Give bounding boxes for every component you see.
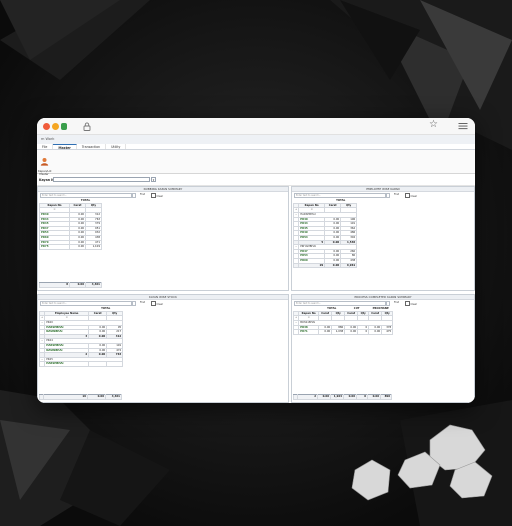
qty-cell: 1,109 bbox=[85, 244, 102, 250]
total-carat-cell: 0.00 bbox=[318, 329, 333, 335]
footer-count: 8 bbox=[39, 282, 70, 288]
minimize-window-icon[interactable] bbox=[52, 123, 59, 130]
cut-qty-cell: 0 bbox=[357, 329, 370, 335]
footer-count: 29 bbox=[298, 262, 326, 269]
footer-qty: 4,461 bbox=[85, 282, 102, 288]
footer-cut-qty: 0 bbox=[356, 394, 368, 400]
carat-cell bbox=[88, 361, 108, 367]
search-input[interactable]: Enter text to search... bbox=[294, 193, 386, 198]
panel-search-bar: Enter text to search... Find Clear bbox=[38, 192, 288, 199]
footer-qty: 6,961 bbox=[340, 262, 358, 269]
find-button[interactable]: Find bbox=[139, 193, 146, 198]
employee-wise-kapan-panel: EMPLOYEE WISE KAPAN Enter text to search… bbox=[291, 186, 475, 291]
cut-carat-cell: 0.00 bbox=[344, 329, 359, 335]
close-window-icon[interactable] bbox=[43, 123, 50, 130]
footer-qty: 4,461 bbox=[105, 394, 122, 400]
user-icon bbox=[40, 158, 48, 166]
tab-transaction[interactable]: Transaction bbox=[77, 144, 107, 149]
footer-carat: 0.00 bbox=[87, 394, 106, 400]
table-row[interactable]: PR75 0.00 1,109 bbox=[39, 244, 102, 250]
footer-carat: 0.00 bbox=[69, 282, 86, 288]
footer-count: 2 bbox=[297, 394, 318, 400]
employee-table: TOTAL Kapan No Carat Qty + ≡ − HARSHBHAI PR4… bbox=[292, 199, 358, 269]
app-title-bar: m Work bbox=[37, 135, 475, 144]
qty-cell bbox=[106, 361, 124, 367]
search-input[interactable]: Enter text to search... bbox=[294, 301, 386, 306]
app-title: m Work bbox=[41, 137, 55, 141]
kayan-dropdown-chevron-icon[interactable]: ▾ bbox=[151, 177, 156, 182]
kapan-cell: PR71 bbox=[298, 329, 320, 335]
panel-search-bar: Enter text to search... Find Clear bbox=[292, 300, 474, 307]
hamburger-menu-icon[interactable] bbox=[458, 121, 468, 131]
footer-prochane-qty: 890 bbox=[380, 394, 392, 400]
tab-master[interactable]: Master bbox=[53, 144, 77, 150]
panel-search-bar: Enter text to search... Find Clear bbox=[292, 192, 474, 199]
kayan-no-input[interactable] bbox=[53, 177, 150, 182]
clear-button[interactable]: Clear bbox=[404, 193, 418, 198]
process-completed-kapan-summary-panel: PROCESS COMPLETED KAPAN SUMMARY Enter te… bbox=[291, 294, 475, 403]
clear-button[interactable]: Clear bbox=[150, 301, 164, 306]
shield-icon[interactable] bbox=[61, 123, 67, 130]
kayan-filter-row: Kayan No : ▾ bbox=[37, 174, 475, 186]
table-row[interactable]: PR71 0.00 1,038 0.00 0 0.00 475 bbox=[292, 329, 394, 335]
search-input[interactable]: Enter text to search... bbox=[40, 301, 132, 306]
table-footer-row: 29 0.00 6,961 bbox=[292, 262, 358, 269]
carat-cell: 0.00 bbox=[69, 244, 86, 250]
prochane-qty-cell: 475 bbox=[381, 329, 394, 335]
lock-icon bbox=[83, 122, 91, 131]
search-input[interactable]: Enter text to search... bbox=[40, 193, 132, 198]
table-row[interactable]: HARSHBHAI bbox=[38, 361, 124, 367]
panel-search-bar: Enter text to search... Find Clear bbox=[38, 300, 288, 307]
footer-count: 19 bbox=[43, 394, 88, 400]
kapan-cell: PR75 bbox=[39, 244, 70, 250]
clear-button[interactable]: Clear bbox=[404, 301, 418, 306]
browser-window: ☆ m Work File Master Transaction Utility… bbox=[37, 118, 475, 403]
kayan-stock-footer: 19 0.00 4,461 bbox=[39, 394, 122, 400]
kayan-stock-table: TOTAL Employee Name Carat Qty + ≡ − PR40 HAR… bbox=[38, 307, 124, 367]
prochane-carat-cell: 0.00 bbox=[368, 329, 383, 335]
ribbon-toolbar: Kapan/Lot Master bbox=[37, 150, 475, 176]
col-kapan[interactable]: Kapan No bbox=[298, 310, 320, 317]
dashboard-panels: NUBBING KAPAN SUMMARY Enter text to sear… bbox=[37, 186, 475, 403]
footer-cut-carat: 0.00 bbox=[343, 394, 357, 400]
search-dropdown-icon[interactable] bbox=[386, 301, 390, 306]
kayan-wise-stock-panel: KAYAN WISE STOCK Enter text to search...… bbox=[37, 294, 289, 403]
footer-total-qty: 1,924 bbox=[330, 394, 344, 400]
find-button[interactable]: Find bbox=[393, 193, 400, 198]
tab-file[interactable]: File bbox=[37, 144, 54, 149]
footer-total-carat: 0.00 bbox=[317, 394, 331, 400]
tab-utility[interactable]: Utility bbox=[106, 144, 127, 149]
find-button[interactable]: Find bbox=[139, 301, 146, 306]
kapan-master-button[interactable]: Kapan/Lot Master bbox=[38, 151, 51, 176]
nubbing-table: TOTAL Kapan No Carat Qty ≡ PR40 0.00 312 PR4… bbox=[39, 199, 102, 250]
footer-prochane-carat: 0.00 bbox=[367, 394, 381, 400]
search-dropdown-icon[interactable] bbox=[386, 193, 390, 198]
clear-button[interactable]: Clear bbox=[150, 193, 164, 198]
find-button[interactable]: Find bbox=[393, 301, 400, 306]
employee-cell: HARSHBHAI bbox=[44, 361, 90, 367]
browser-chrome: ☆ bbox=[37, 118, 475, 135]
total-qty-cell: 1,038 bbox=[331, 329, 346, 335]
nubbing-footer: 8 0.00 4,461 bbox=[39, 282, 102, 288]
process-table: TOTAL CUT PROCHANE Kapan No Carat Qty Car… bbox=[292, 307, 394, 335]
footer-carat: 0.00 bbox=[324, 262, 342, 269]
process-footer: 2 0.00 1,924 0.00 0 0.00 890 bbox=[293, 394, 392, 400]
nubbing-kapan-summary-panel: NUBBING KAPAN SUMMARY Enter text to sear… bbox=[37, 186, 289, 291]
search-dropdown-icon[interactable] bbox=[132, 301, 136, 306]
bookmark-star-icon[interactable]: ☆ bbox=[429, 119, 438, 130]
search-dropdown-icon[interactable] bbox=[132, 193, 136, 198]
